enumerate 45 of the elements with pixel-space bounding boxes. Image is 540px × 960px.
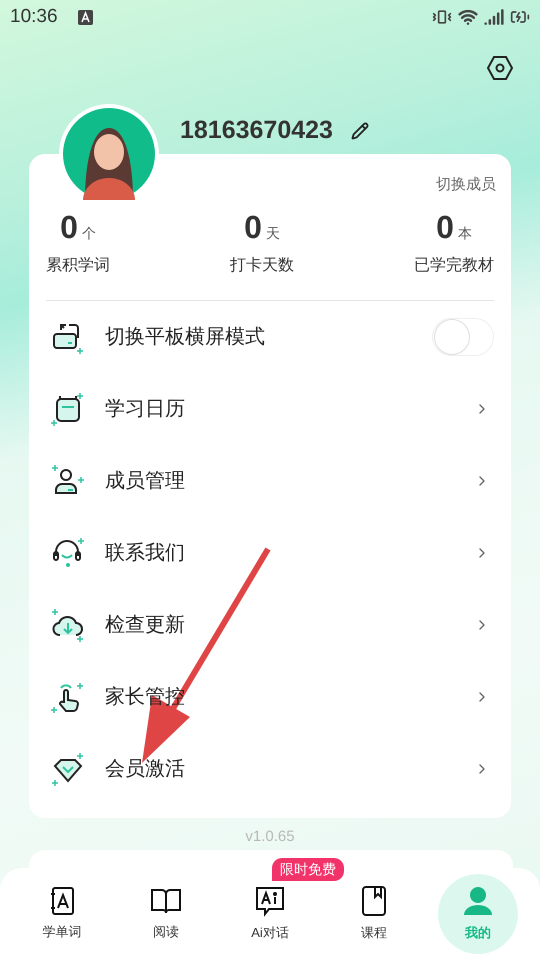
switch-member-link[interactable]: 切换成员 [436,174,496,196]
settings-icon [486,54,514,82]
stat-value: 0 [60,210,78,242]
stat-value: 0 [436,210,454,242]
menu-item[interactable]: 切换平板横屏模式 [46,300,494,372]
menu-label: 切换平板横屏模式 [105,324,265,350]
menu-label: 检查更新 [105,612,185,638]
menu-item[interactable]: 学习日历 [46,372,494,444]
bookmark-book-icon [360,885,388,918]
menu-item[interactable]: 成员管理 [46,444,494,516]
stat-label: 已学完教材 [414,256,494,276]
version-text: v1.0.65 [245,827,295,847]
stat-unit: 天 [266,224,280,242]
menu-label: 联系我们 [105,540,185,566]
nav-tab[interactable]: 阅读 [126,881,206,947]
menu-item[interactable]: 检查更新 [46,588,494,660]
stat-unit: 个 [82,224,96,242]
phone-number: 18163670423 [180,115,333,146]
nav-tab[interactable]: 课程 [334,881,414,947]
person-icon [462,885,494,918]
stat-label: 累积学词 [46,256,110,276]
menu-item[interactable]: 联系我们 [46,516,494,588]
wifi-icon [458,7,478,27]
edit-button[interactable] [348,120,371,142]
nav-tab[interactable]: 学单词 [22,881,102,947]
keyboard-notification-icon [78,10,93,24]
pencil-icon [350,122,369,140]
cloud-download-icon [51,608,85,642]
stat-value: 0 [244,210,262,242]
headset-icon [51,536,85,570]
status-time: 10:36 [10,4,58,29]
menu-label: 成员管理 [105,468,185,494]
word-book-icon [48,886,76,916]
diamond-icon [51,752,85,786]
menu-label: 学习日历 [105,396,185,422]
promo-badge: 限时免费 [272,858,344,881]
menu-label: 会员激活 [105,756,185,782]
toggle-switch[interactable] [432,318,494,356]
menu-item[interactable]: 会员激活 [46,732,494,804]
stat-unit: 本 [458,224,472,242]
calendar-icon [51,392,85,426]
nav-tab[interactable]: Ai对话 [230,881,310,947]
ai-chat-icon [254,885,286,918]
signal-icon [484,7,504,27]
stat-label: 打卡天数 [230,256,294,276]
